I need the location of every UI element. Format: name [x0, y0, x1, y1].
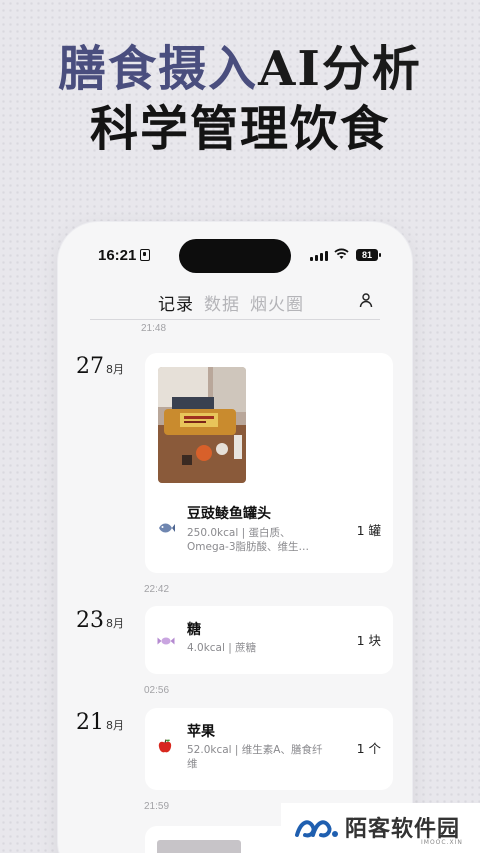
food-info: 52.0kcal | 维生素A、膳食纤维	[187, 744, 323, 770]
time-label-top: 21:48	[141, 323, 167, 334]
watermark: 陌客软件园 IMOOC.XIN	[281, 803, 480, 853]
food-item[interactable]: 苹果 52.0kcal | 维生素A、膳食纤维 1 个	[157, 721, 381, 781]
date-month: 8月	[106, 363, 124, 376]
date-label: 23 8月	[76, 608, 124, 633]
food-quantity: 1 罐	[356, 523, 381, 538]
food-info: 250.0kcal | 蛋白质、Omega-3脂肪酸、维生…	[187, 527, 310, 553]
lock-icon	[140, 249, 150, 261]
tab-data[interactable]: 数据	[204, 290, 240, 315]
time-label: 22:42	[144, 584, 170, 595]
wifi-icon	[334, 248, 349, 264]
watermark-logo	[295, 817, 339, 839]
headline-line2: 科学管理饮食	[89, 101, 390, 157]
candy-icon	[157, 633, 175, 651]
apple-icon	[157, 738, 173, 758]
phone-frame: 16:21 81 记录 数据 烟火圈 21:48 27 8月 豆豉鲮鱼罐头 25…	[58, 222, 412, 853]
headline-rest: AI分析	[258, 41, 422, 97]
food-item[interactable]: 糖 4.0kcal | 蔗糖 1 块	[157, 619, 381, 663]
date-month: 8月	[106, 617, 124, 630]
meal-card[interactable]: 苹果 52.0kcal | 维生素A、膳食纤维 1 个	[145, 708, 393, 790]
tab-divider	[90, 319, 380, 320]
headline-accent: 膳食摄入	[58, 41, 259, 97]
food-photo[interactable]	[158, 367, 246, 483]
time-label: 21:59	[144, 801, 170, 812]
tab-community[interactable]: 烟火圈	[250, 290, 304, 315]
food-quantity: 1 块	[356, 633, 381, 648]
date-month: 8月	[106, 719, 124, 732]
tab-bar: 记录 数据 烟火圈	[158, 290, 304, 315]
food-item[interactable]: 豆豉鲮鱼罐头 250.0kcal | 蛋白质、Omega-3脂肪酸、维生… 1 …	[157, 503, 381, 563]
headline-line1: 膳食摄入AI分析	[0, 40, 480, 98]
battery-icon: 81	[356, 249, 381, 261]
food-info: 4.0kcal | 蔗糖	[187, 642, 257, 654]
date-label: 21 8月	[76, 710, 124, 735]
signal-icon	[310, 251, 328, 261]
food-name: 糖	[187, 622, 201, 638]
food-quantity: 1 个	[356, 741, 381, 756]
date-day: 27	[76, 354, 104, 379]
tab-records[interactable]: 记录	[158, 290, 194, 315]
meal-card[interactable]: 豆豉鲮鱼罐头 250.0kcal | 蛋白质、Omega-3脂肪酸、维生… 1 …	[145, 353, 393, 573]
time-label: 02:56	[144, 685, 170, 696]
date-day: 21	[76, 710, 104, 735]
date-day: 23	[76, 608, 104, 633]
fish-icon	[157, 520, 175, 538]
food-name: 苹果	[187, 724, 215, 740]
user-icon[interactable]	[358, 292, 374, 308]
food-name: 豆豉鲮鱼罐头	[187, 506, 271, 522]
food-photo[interactable]	[157, 840, 241, 853]
date-label: 27 8月	[76, 354, 124, 379]
dynamic-island	[179, 239, 291, 273]
status-time: 16:21	[98, 247, 137, 264]
watermark-sub: IMOOC.XIN	[421, 839, 463, 846]
meal-card[interactable]: 糖 4.0kcal | 蔗糖 1 块	[145, 606, 393, 674]
